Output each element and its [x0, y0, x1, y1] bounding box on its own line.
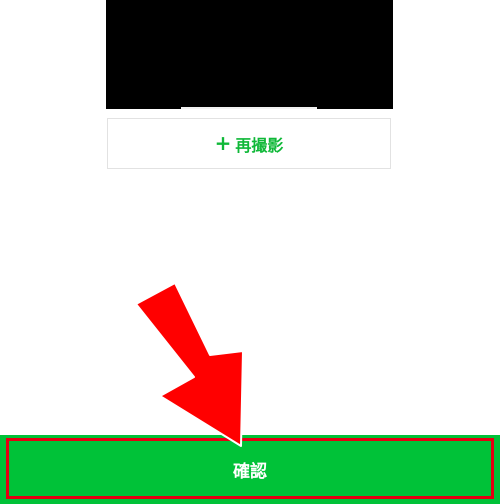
confirm-label: 確認 [233, 462, 267, 482]
plus-icon: + [214, 130, 232, 155]
screen: + 再撮影 確認 [0, 0, 500, 504]
retake-label: 再撮影 [235, 135, 284, 155]
arrow-shape [135, 282, 244, 447]
confirm-button[interactable]: 確認 [0, 435, 500, 504]
photo-preview-edge [181, 107, 317, 109]
retake-button[interactable]: + 再撮影 [107, 118, 391, 169]
photo-preview [106, 0, 393, 109]
